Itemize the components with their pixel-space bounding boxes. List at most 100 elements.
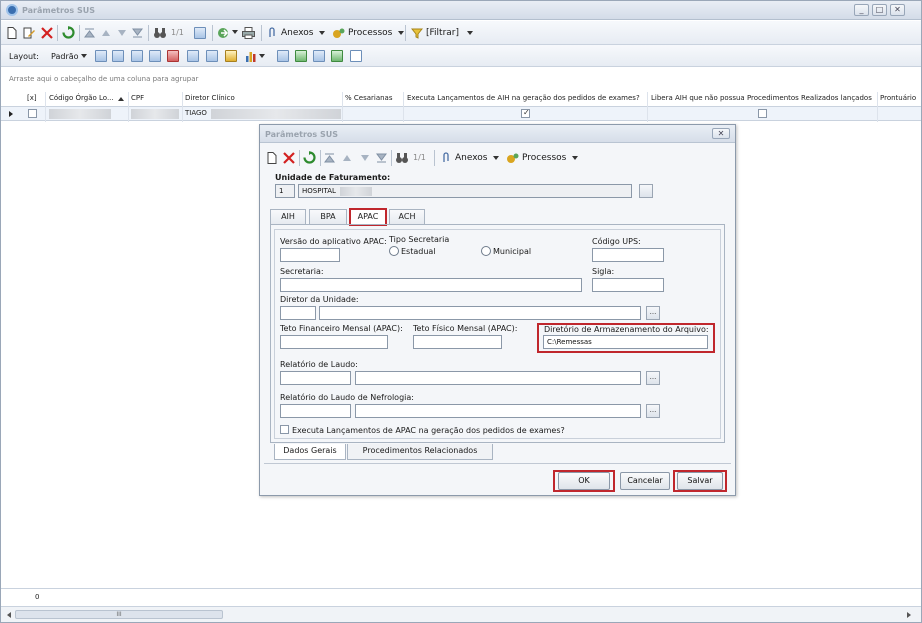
col-select-all[interactable]: [x] <box>27 94 37 102</box>
view-green-icon[interactable] <box>295 50 307 62</box>
executa-apac-checkbox[interactable] <box>280 425 289 434</box>
chevron-down-icon[interactable] <box>232 30 238 35</box>
layout-save-icon[interactable] <box>95 50 107 62</box>
app-logo-icon <box>6 4 18 16</box>
cancel-button[interactable]: Cancelar <box>620 472 670 490</box>
next-record-icon[interactable] <box>117 29 127 37</box>
next-record-icon[interactable] <box>360 154 370 162</box>
scroll-left-icon[interactable] <box>7 612 11 618</box>
subtab-dados-gerais[interactable]: Dados Gerais <box>274 444 346 460</box>
minimize-button[interactable]: _ <box>854 4 869 16</box>
dialog-page-indicator: 1/1 <box>413 153 426 162</box>
relatorio-laudo-lookup-button[interactable]: ... <box>646 371 660 385</box>
libera-aih-checkbox[interactable] <box>758 109 767 118</box>
scroll-right-icon[interactable] <box>907 612 911 618</box>
first-record-icon[interactable] <box>324 153 335 163</box>
diretor-lookup-button[interactable]: ... <box>646 306 660 320</box>
col-codigo-orgao[interactable]: Código Órgão Lo... <box>49 94 114 102</box>
chevron-down-icon[interactable] <box>259 54 265 59</box>
teto-fisico-input[interactable] <box>413 335 502 349</box>
diretorio-input[interactable]: C:\Remessas <box>543 335 708 349</box>
col-executa-aih[interactable]: Executa Lançamentos de AIH na geração do… <box>407 94 640 102</box>
filtrar-menu[interactable]: [Filtrar] <box>411 25 473 41</box>
chevron-down-icon <box>319 30 326 35</box>
executa-aih-checkbox[interactable] <box>521 108 530 118</box>
unidade-code-field[interactable]: 1 <box>275 184 295 198</box>
new-icon[interactable] <box>267 152 277 164</box>
relatorio-nefro-code-input[interactable] <box>280 404 351 418</box>
relatorio-laudo-input[interactable] <box>355 371 641 385</box>
binoculars-icon[interactable] <box>395 152 409 164</box>
chevron-down-icon <box>80 53 87 58</box>
tab-bpa[interactable]: BPA <box>309 209 347 224</box>
refresh-icon[interactable] <box>303 151 316 164</box>
diretor-name-input[interactable] <box>319 306 641 320</box>
chevron-down-icon <box>398 30 405 35</box>
new-icon[interactable] <box>7 27 17 39</box>
col-libera-aih[interactable]: Libera AIH que não possua Procedimentos … <box>651 94 872 102</box>
layout-copy-icon[interactable] <box>112 50 124 62</box>
export-icon[interactable] <box>217 27 230 39</box>
dialog-processos-menu[interactable]: Processos <box>506 150 579 166</box>
col-diretor-clinico[interactable]: Diretor Clínico <box>185 94 235 102</box>
layout-folder-icon[interactable] <box>225 50 237 62</box>
print-icon[interactable] <box>242 27 255 39</box>
close-button[interactable]: ✕ <box>890 4 905 16</box>
last-record-icon[interactable] <box>132 28 143 38</box>
font-icon[interactable] <box>350 50 362 62</box>
ok-button[interactable]: OK <box>558 472 610 490</box>
layout-columns-icon[interactable] <box>131 50 143 62</box>
bar-chart-icon[interactable] <box>245 50 257 62</box>
unidade-lookup-button[interactable] <box>639 184 653 198</box>
teto-financeiro-input[interactable] <box>280 335 388 349</box>
view-list-icon[interactable] <box>277 50 289 62</box>
edit-icon[interactable] <box>23 27 36 39</box>
scroll-thumb[interactable]: III <box>15 610 223 619</box>
row-checkbox[interactable] <box>28 109 37 118</box>
tab-aih[interactable]: AIH <box>270 209 306 224</box>
relatorio-nefro-input[interactable] <box>355 404 641 418</box>
layout-grid-icon[interactable] <box>149 50 161 62</box>
dialog-close-button[interactable]: ✕ <box>712 128 730 139</box>
secretaria-input[interactable] <box>280 278 582 292</box>
horizontal-scrollbar[interactable]: III <box>1 606 921 622</box>
binoculars-icon[interactable] <box>153 27 167 39</box>
subtab-procedimentos[interactable]: Procedimentos Relacionados <box>347 444 493 460</box>
title-bar: Parâmetros SUS _ □ ✕ <box>1 1 921 20</box>
maximize-button[interactable]: □ <box>872 4 887 16</box>
view-sheet-icon[interactable] <box>331 50 343 62</box>
diretor-code-input[interactable] <box>280 306 316 320</box>
first-record-icon[interactable] <box>84 28 95 38</box>
relatorio-nefro-lookup-button[interactable]: ... <box>646 404 660 418</box>
layout-delete-icon[interactable] <box>167 50 179 62</box>
estadual-radio[interactable] <box>389 246 399 256</box>
refresh-icon[interactable] <box>62 26 75 39</box>
view-window-icon[interactable] <box>313 50 325 62</box>
table-row[interactable]: TIAGO <box>1 107 921 121</box>
processos-menu[interactable]: Processos <box>332 25 405 41</box>
codigo-ups-input[interactable] <box>592 248 664 262</box>
col-cpf[interactable]: CPF <box>131 94 144 102</box>
dialog-anexos-menu[interactable]: Anexos <box>440 150 500 166</box>
layout-import-icon[interactable] <box>206 50 218 62</box>
delete-icon[interactable] <box>41 27 53 39</box>
sigla-input[interactable] <box>592 278 664 292</box>
col-prontuario[interactable]: Prontuário <box>880 94 916 102</box>
previous-record-icon[interactable] <box>342 154 352 162</box>
versao-apac-input[interactable] <box>280 248 340 262</box>
previous-record-icon[interactable] <box>101 29 111 37</box>
last-record-icon[interactable] <box>376 153 387 163</box>
grid-footer: 0 <box>1 588 921 606</box>
relatorio-laudo-code-input[interactable] <box>280 371 351 385</box>
delete-icon[interactable] <box>283 152 295 164</box>
layout-export-icon[interactable] <box>187 50 199 62</box>
layout-select[interactable]: Padrão <box>51 48 87 64</box>
calendar-icon[interactable] <box>194 27 206 39</box>
tab-ach[interactable]: ACH <box>389 209 425 224</box>
municipal-radio[interactable] <box>481 246 491 256</box>
col-cesarianas[interactable]: % Cesarianas <box>345 94 393 102</box>
diretorio-label: Diretório de Armazenamento do Arquivo: <box>544 325 709 334</box>
anexos-menu[interactable]: Anexos <box>266 25 326 41</box>
save-button[interactable]: Salvar <box>677 472 723 490</box>
unidade-name-field[interactable]: HOSPITAL <box>298 184 632 198</box>
